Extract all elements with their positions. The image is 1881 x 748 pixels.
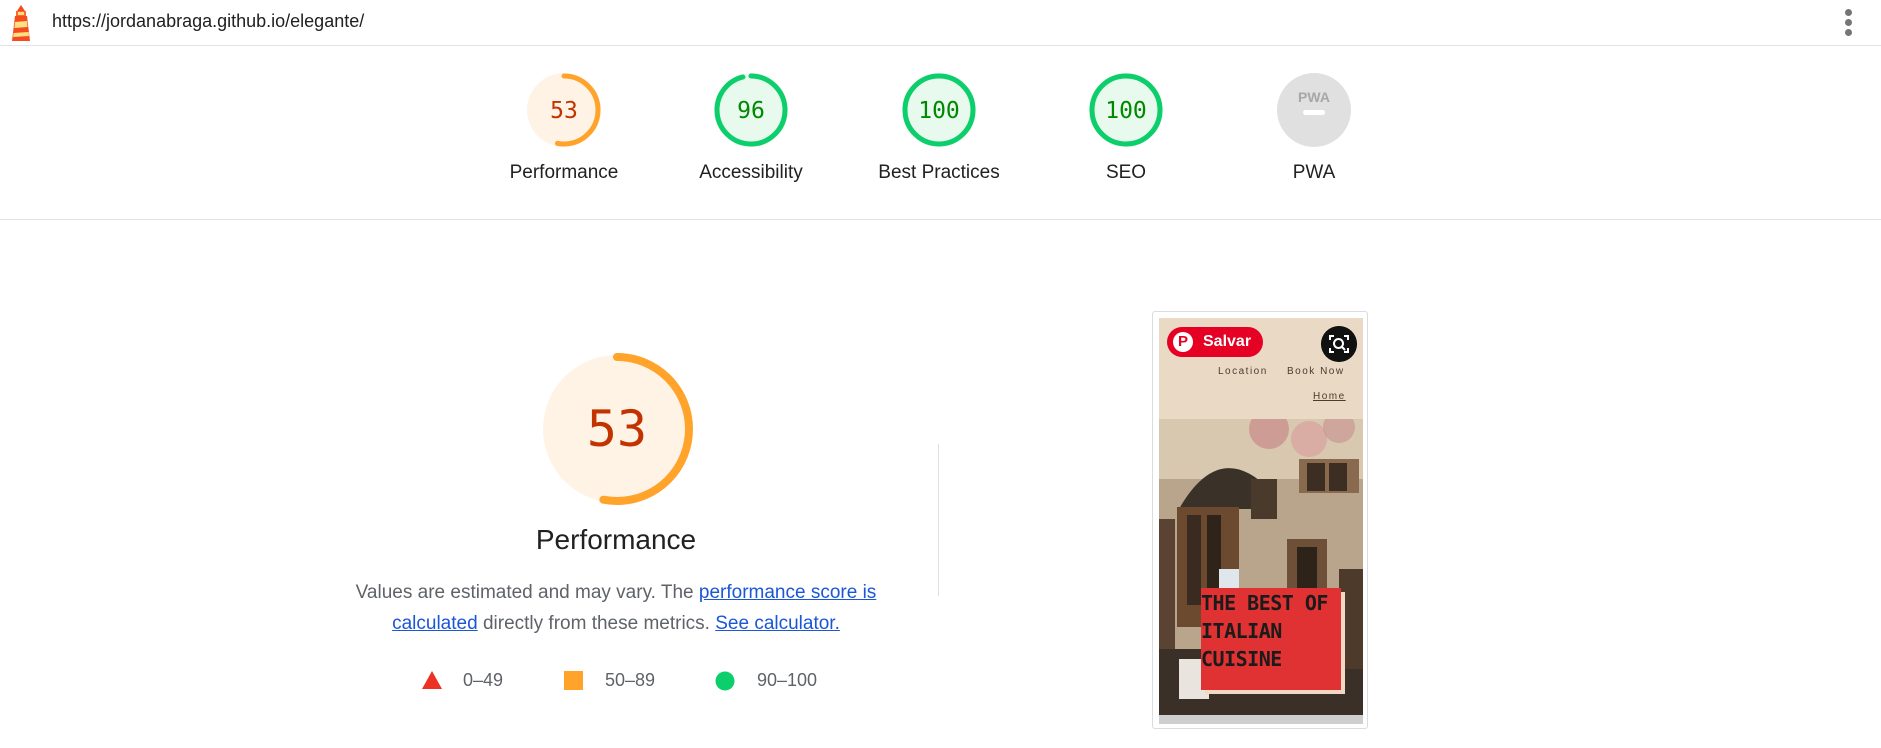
seo-gauge-ring: 100 [1089, 73, 1163, 147]
gauge-label-performance: Performance [509, 162, 619, 183]
site-nav-book-now[interactable]: Book Now [1287, 366, 1345, 377]
gauge-performance[interactable]: 53 Performance [484, 72, 644, 184]
performance-gauge-large: 53 [538, 350, 696, 508]
visual-search-icon[interactable] [1321, 326, 1357, 362]
legend-pass: 90–100 [715, 668, 835, 694]
circle-pass-icon [715, 671, 735, 691]
best-practices-gauge-ring: 100 [902, 73, 976, 147]
legend-range-pass: 90–100 [757, 670, 818, 690]
gauge-label-accessibility: Accessibility [699, 162, 803, 183]
legend-range-fail: 0–49 [463, 670, 504, 690]
seo-score: 100 [1105, 98, 1147, 124]
divider [938, 444, 939, 596]
gauge-accessibility[interactable]: 96 Accessibility [671, 72, 831, 184]
desc-text: Values are estimated and may vary. The [355, 582, 699, 603]
legend-fail: 0–49 [422, 668, 504, 694]
gauge-label-seo: SEO [1105, 162, 1147, 183]
pinterest-save-button[interactable]: P Salvar [1167, 327, 1264, 357]
accessibility-gauge-ring: 96 [714, 73, 788, 147]
gauge-label-pwa: PWA [1292, 162, 1336, 183]
accessibility-score: 96 [737, 98, 765, 124]
see-calculator-link[interactable]: See calculator. [715, 613, 840, 634]
gauge-best-practices[interactable]: 100 Best Practices [859, 72, 1019, 184]
legend-average: 50–89 [564, 668, 664, 694]
hero-line: THE BEST OF [1201, 591, 1328, 615]
svg-text:PWA: PWA [1298, 89, 1330, 105]
performance-heading: Performance [535, 524, 697, 555]
legend-range-average: 50–89 [605, 670, 656, 690]
performance-description: Values are estimated and may vary. The p… [346, 577, 886, 639]
site-nav-home[interactable]: Home [1313, 391, 1346, 402]
square-average-icon [564, 671, 583, 690]
lighthouse-icon [12, 5, 30, 41]
performance-score-large: 53 [587, 400, 647, 458]
save-label: Salvar [1203, 333, 1252, 350]
triangle-fail-icon [422, 671, 442, 689]
hero-line: CUISINE [1201, 647, 1282, 671]
more-vert-icon[interactable] [1838, 7, 1858, 39]
url-bar: https://jordanabraga.github.io/elegante/ [0, 0, 1881, 46]
pinterest-icon: P [1173, 332, 1193, 352]
performance-score: 53 [550, 98, 578, 124]
hero-heading: THE BEST OF ITALIAN CUISINE [1201, 589, 1351, 673]
performance-gauge-ring: 53 [527, 73, 601, 147]
desc-text-middle: directly from these metrics. [477, 613, 716, 634]
final-screenshot[interactable]: P Salvar Location Book Now Home THE BEST… [1152, 311, 1368, 729]
hero-line: ITALIAN [1201, 619, 1282, 643]
gauge-label-best-practices: Best Practices [878, 162, 1000, 183]
page-url: https://jordanabraga.github.io/elegante/ [52, 11, 365, 31]
screenshot-footer-strip [1159, 715, 1363, 724]
score-summary: 53 Performance 96 Accessibility 100 Best… [0, 46, 1881, 220]
gauge-pwa[interactable]: PWA PWA [1234, 72, 1394, 184]
site-nav-location[interactable]: Location [1218, 366, 1268, 377]
gauge-seo[interactable]: 100 SEO [1046, 72, 1206, 184]
screenshot-content: P Salvar Location Book Now Home THE BEST… [1159, 318, 1363, 724]
best-practices-score: 100 [918, 98, 960, 124]
pwa-icon: PWA [1277, 73, 1351, 147]
